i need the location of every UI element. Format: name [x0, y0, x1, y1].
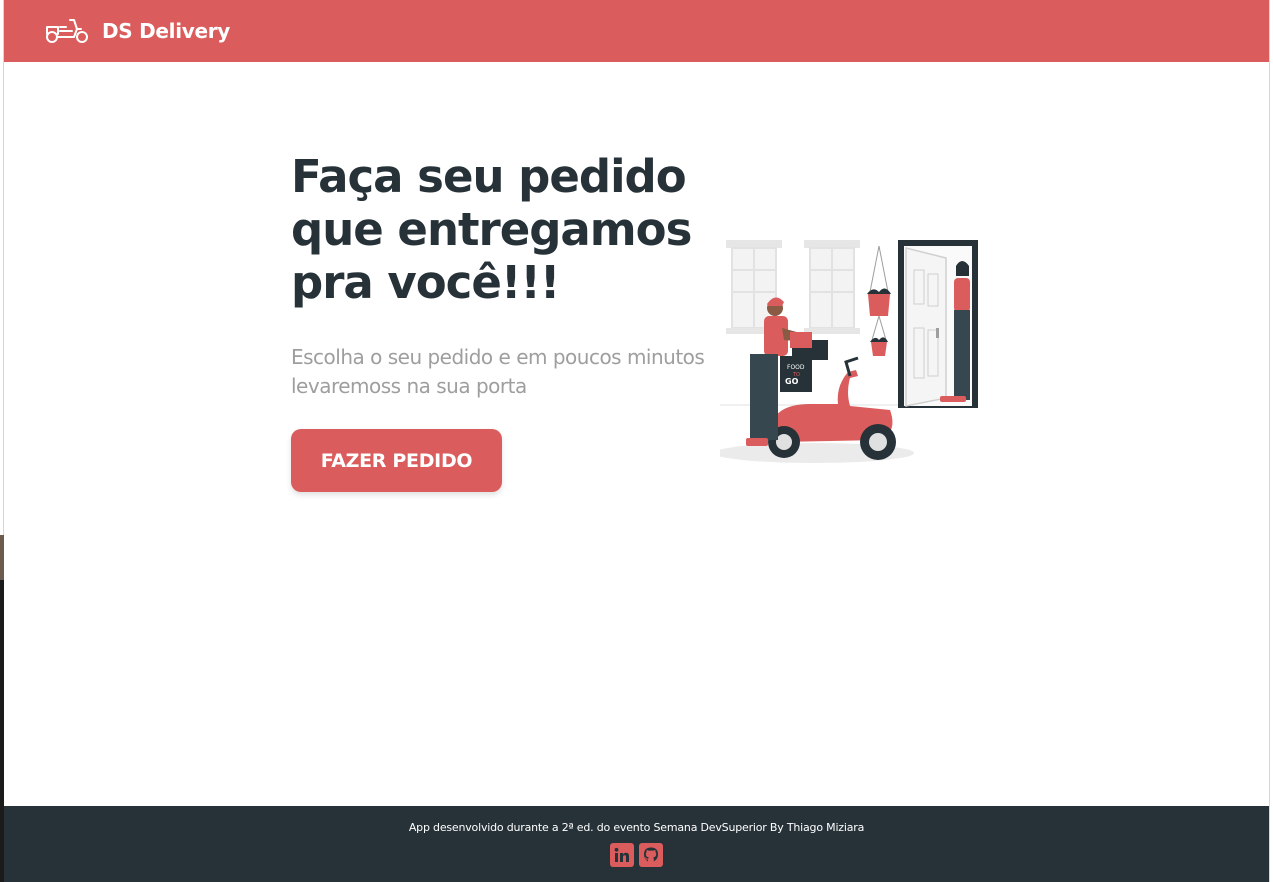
order-button[interactable]: FAZER PEDIDO: [291, 429, 502, 492]
footer-credit-text: App desenvolvido durante a 2ª ed. do eve…: [408, 821, 865, 834]
hero-title-line: que entregamos: [291, 203, 692, 256]
github-icon[interactable]: [639, 843, 663, 867]
brand-link[interactable]: DS Delivery: [102, 19, 230, 43]
navbar: DS Delivery: [4, 0, 1269, 62]
footer-social-links: [4, 843, 1269, 867]
hero-text-block: Faça seu pedido que entregamos pra você!…: [291, 150, 731, 401]
window-right-edge: [1269, 0, 1273, 882]
hero-subtitle-line: Escolha o seu pedido e em poucos minutos: [291, 345, 705, 369]
hero-subtitle: Escolha o seu pedido e em poucos minutos…: [291, 343, 731, 401]
footer: App desenvolvido durante a 2ª ed. do eve…: [4, 806, 1269, 882]
hero-title: Faça seu pedido que entregamos pra você!…: [291, 150, 731, 309]
hero-title-line: pra você!!!: [291, 256, 560, 309]
hero-subtitle-line: levaremoss na sua porta: [291, 374, 527, 398]
delivery-scooter-illustration: FOOD TO GO: [720, 240, 978, 463]
box-text-food: FOOD: [787, 364, 805, 371]
hero-title-line: Faça seu pedido: [291, 150, 687, 203]
box-text-go: GO: [785, 377, 799, 386]
scooter-icon[interactable]: [44, 17, 90, 45]
app-root: DS Delivery Faça seu pedido que entregam…: [4, 0, 1269, 882]
linkedin-icon[interactable]: [610, 843, 634, 867]
